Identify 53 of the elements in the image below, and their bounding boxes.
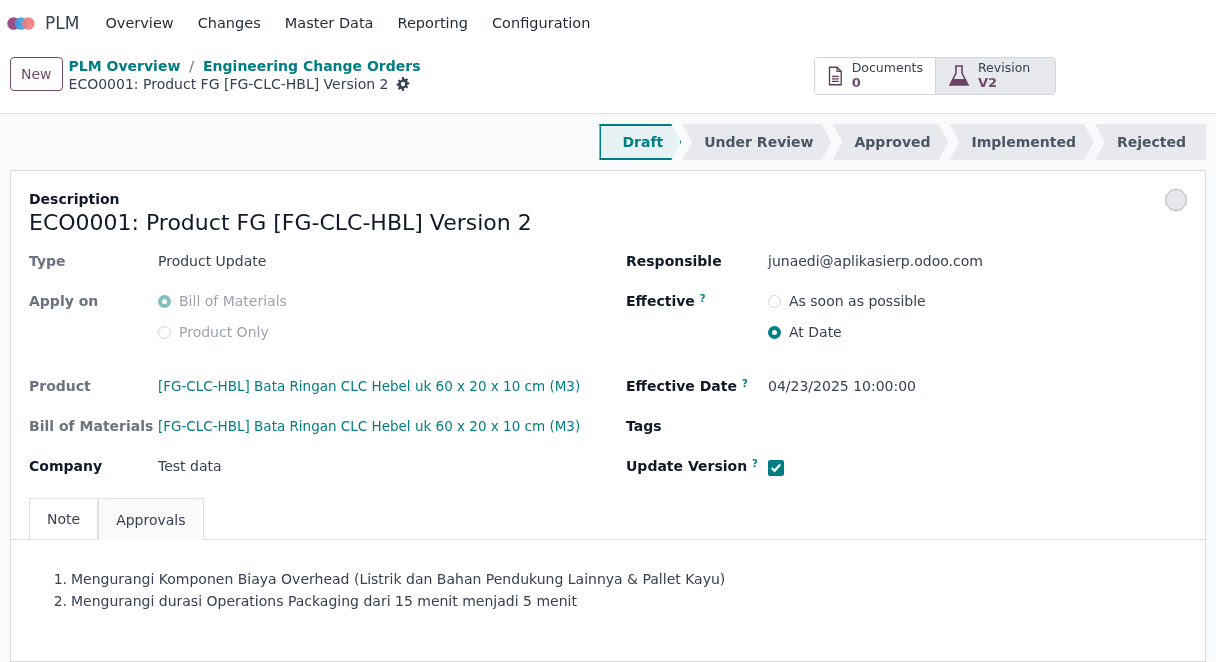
menu-item[interactable]: Configuration [480, 15, 603, 31]
field-label: Product [29, 378, 91, 394]
menu-item[interactable]: Overview [93, 15, 186, 31]
breadcrumb-separator: / [189, 58, 195, 74]
field-label: Update Version [626, 458, 748, 474]
field-label: Apply on [29, 293, 99, 309]
document-icon [827, 64, 844, 88]
record-link[interactable]: [FG-CLC-HBL] Bata Ringan CLC Hebel uk 60 x 20 x 10 cm (M3) [158, 378, 581, 394]
status-stage[interactable]: Rejected [1094, 124, 1206, 160]
field-label: Description [29, 191, 121, 207]
radio-label: Product Only [179, 324, 269, 340]
flask-icon [948, 64, 970, 88]
record-name: ECO0001: Product FG [FG-CLC-HBL] Version 2 [29, 210, 532, 235]
field-label: Company [29, 458, 103, 474]
menu-item[interactable]: Changes [185, 15, 273, 31]
field-value: Product Update [158, 253, 267, 269]
new-button[interactable]: New [10, 57, 63, 91]
notebook-tab[interactable]: Approvals [98, 498, 204, 540]
field-label: Tags [626, 418, 662, 434]
field-label: Responsible [626, 253, 722, 269]
list-number: 2. [53, 592, 67, 611]
note-line: Mengurangi durasi Operations Packaging dari 15 menit menjadi 5 menit [71, 592, 577, 611]
help-tooltip[interactable]: ? [741, 378, 748, 394]
checkbox[interactable] [768, 460, 784, 476]
status-stage[interactable]: Under Review [682, 124, 832, 160]
radio-button[interactable] [768, 325, 781, 339]
status-stage[interactable]: Draft [599, 124, 682, 160]
app-name[interactable]: PLM [45, 13, 80, 33]
settings-icon[interactable] [396, 77, 411, 91]
field-value: Test data [158, 458, 222, 474]
field-label: Bill of Materials [29, 418, 154, 434]
menu-item[interactable]: Reporting [385, 15, 480, 31]
note-line: Mengurangi Komponen Biaya Overhead (Listrik dan Bahan Pendukung Lainnya & Pallet Kayu) [71, 570, 726, 589]
notebook-tab[interactable]: Note [29, 498, 99, 540]
field-value: junaedi@aplikasierp.odoo.com [768, 253, 983, 269]
field-label: Effective Date [626, 378, 737, 394]
breadcrumb-link[interactable]: Engineering Change Orders [203, 58, 421, 74]
list-number: 1. [53, 570, 67, 589]
field-value: 04/23/2025 10:00:00 [768, 378, 917, 394]
record-title: ECO0001: Product FG [FG-CLC-HBL] Version 2 [68, 76, 389, 92]
breadcrumb-link[interactable]: PLM Overview [68, 58, 181, 74]
radio-label: At Date [789, 324, 842, 340]
status-stage[interactable]: Approved [832, 124, 949, 160]
field-label: Effective [626, 293, 695, 309]
help-tooltip[interactable]: ? [752, 458, 758, 474]
smart-button[interactable]: Revision V2 [935, 58, 1055, 94]
menu-item[interactable]: Master Data [272, 15, 386, 31]
radio-label: As soon as possible [789, 293, 926, 309]
help-tooltip[interactable]: ? [699, 293, 706, 309]
record-link[interactable]: [FG-CLC-HBL] Bata Ringan CLC Hebel uk 60 x 20 x 10 cm (M3) [158, 418, 581, 434]
radio-label: Bill of Materials [179, 293, 287, 309]
status-stage[interactable]: Implemented [949, 124, 1094, 160]
field-label: Type [29, 253, 66, 269]
